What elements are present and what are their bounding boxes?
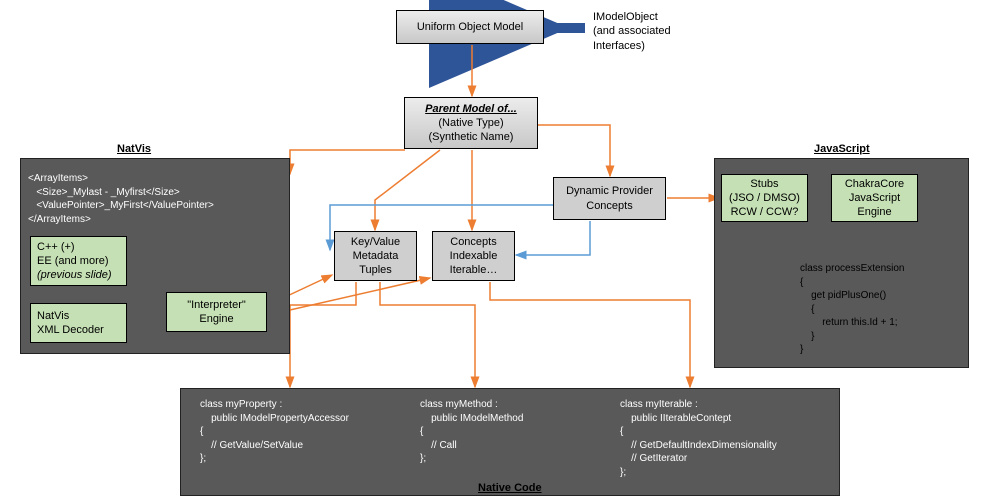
native-method-code: class myMethod : public IModelMethod { /… <box>420 398 523 466</box>
javascript-panel-title: JavaScript <box>814 143 870 155</box>
decoder-l1: NatVis <box>37 309 69 323</box>
concepts-l3: Iterable… <box>450 263 498 277</box>
dynamic-provider-l1: Dynamic Provider <box>566 184 653 198</box>
kv-l3: Tuples <box>359 263 392 277</box>
kv-l2: Metadata <box>353 249 399 263</box>
parent-model-l3: (Synthetic Name) <box>429 130 514 144</box>
concepts-box: Concepts Indexable Iterable… <box>432 231 515 281</box>
stubs-box: Stubs (JSO / DMSO) RCW / CCW? <box>721 174 808 222</box>
imodelobject-l1: IModelObject <box>593 10 671 24</box>
cpp-l2: EE (and more) <box>37 254 109 268</box>
parent-model-box: Parent Model of... (Native Type) (Synthe… <box>404 97 538 149</box>
imodelobject-l2: (and associated <box>593 24 671 38</box>
stubs-l2: (JSO / DMSO) <box>729 191 800 205</box>
imodelobject-l3: Interfaces) <box>593 39 671 53</box>
native-iterable-code: class myIterable : public IIterableConte… <box>620 398 777 479</box>
natvis-xml-code: <ArrayItems> <Size>_Mylast - _Myfirst</S… <box>28 172 214 226</box>
chakra-l3: Engine <box>857 205 891 219</box>
interp-l1: "Interpreter" <box>187 298 246 312</box>
interp-l2: Engine <box>199 312 233 326</box>
imodelobject-annotation: IModelObject (and associated Interfaces) <box>593 10 671 53</box>
interpreter-box: "Interpreter" Engine <box>166 292 267 332</box>
parent-model-l2: (Native Type) <box>438 116 503 130</box>
js-code: class processExtension { get pidPlusOne(… <box>800 262 905 357</box>
chakra-l2: JavaScript <box>849 191 900 205</box>
xml-decoder-box: NatVis XML Decoder <box>30 303 127 343</box>
kv-l1: Key/Value <box>351 235 400 249</box>
dynamic-provider-box: Dynamic Provider Concepts <box>553 177 666 220</box>
stubs-l3: RCW / CCW? <box>731 205 799 219</box>
uniform-object-model-box: Uniform Object Model <box>396 10 544 44</box>
cpp-l1: C++ (+) <box>37 240 75 254</box>
dynamic-provider-l2: Concepts <box>586 199 632 213</box>
chakra-l1: ChakraCore <box>845 177 904 191</box>
native-property-code: class myProperty : public IModelProperty… <box>200 398 349 466</box>
parent-model-title: Parent Model of... <box>425 102 517 116</box>
stubs-l1: Stubs <box>750 177 778 191</box>
chakracore-box: ChakraCore JavaScript Engine <box>831 174 918 222</box>
native-code-panel-title: Native Code <box>478 482 542 494</box>
natvis-panel-title: NatVis <box>117 143 151 155</box>
cpp-ee-box: C++ (+) EE (and more) (previous slide) <box>30 236 127 286</box>
key-value-box: Key/Value Metadata Tuples <box>334 231 417 281</box>
decoder-l2: XML Decoder <box>37 323 104 337</box>
concepts-l2: Indexable <box>450 249 498 263</box>
uniform-object-model-label: Uniform Object Model <box>417 20 523 34</box>
cpp-l3: (previous slide) <box>37 268 112 282</box>
concepts-l1: Concepts <box>450 235 496 249</box>
